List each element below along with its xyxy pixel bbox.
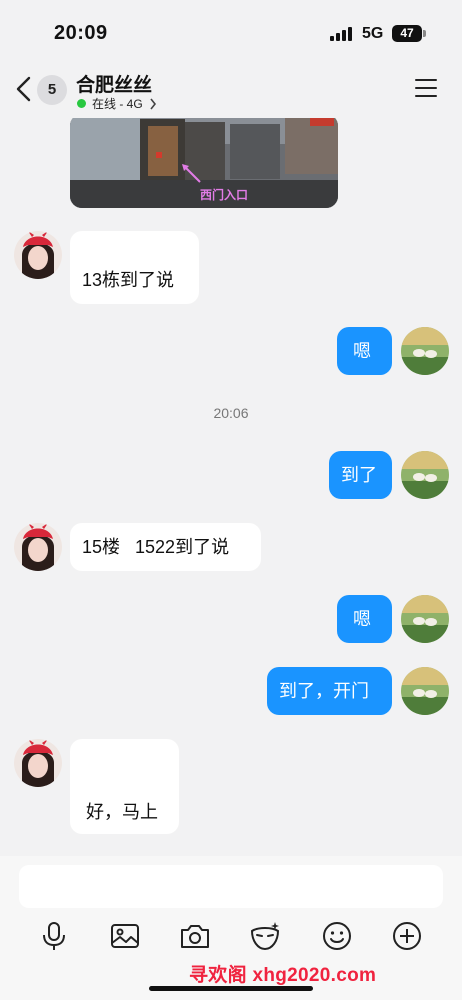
- emoji-icon[interactable]: [320, 919, 354, 953]
- my-avatar[interactable]: [401, 327, 449, 375]
- camera-icon[interactable]: [178, 919, 212, 953]
- status-bar: 20:09 5G 47: [0, 0, 462, 62]
- microphone-icon[interactable]: [37, 919, 71, 953]
- online-dot-icon: [77, 99, 86, 108]
- message-bubble-outgoing[interactable]: 嗯: [337, 327, 392, 375]
- contact-avatar[interactable]: [14, 231, 62, 279]
- contact-name[interactable]: 合肥丝丝: [76, 70, 152, 97]
- presence-text: 在线 - 4G: [92, 97, 143, 111]
- my-avatar[interactable]: [401, 667, 449, 715]
- my-avatar[interactable]: [401, 595, 449, 643]
- status-time: 20:09: [54, 22, 108, 44]
- my-avatar[interactable]: [401, 451, 449, 499]
- watermark: 寻欢阁 xhg2020.com: [189, 965, 377, 986]
- message-bubble-incoming[interactable]: 15楼 1522到了说: [70, 523, 261, 571]
- plus-icon[interactable]: [390, 919, 424, 953]
- message-input[interactable]: [19, 865, 443, 908]
- mask-icon[interactable]: [248, 919, 282, 953]
- contact-avatar[interactable]: [14, 523, 62, 571]
- contact-avatar[interactable]: [14, 739, 62, 787]
- battery-tip: [423, 30, 426, 37]
- chat-header: 5 合肥丝丝 在线 - 4G: [0, 62, 462, 118]
- network-type: 5G: [362, 25, 384, 42]
- photo-caption: 西门入口: [200, 188, 249, 202]
- signal-icon: [330, 27, 354, 41]
- chat-area[interactable]: 西门入口 13栋到了说 嗯 20:06 到了 15楼 1522到了说 嗯 到了，…: [0, 118, 462, 856]
- unread-count-badge[interactable]: 5: [37, 75, 67, 105]
- presence-status[interactable]: 在线 - 4G: [77, 95, 157, 112]
- chevron-right-icon: [150, 98, 156, 109]
- image-icon[interactable]: [108, 919, 142, 953]
- message-bubble-incoming[interactable]: 13栋到了说: [70, 231, 199, 304]
- back-icon[interactable]: [14, 76, 36, 102]
- message-bubble-incoming[interactable]: 好，马上: [70, 739, 179, 834]
- home-indicator: [149, 986, 313, 991]
- menu-icon[interactable]: [415, 79, 437, 97]
- message-bubble-outgoing[interactable]: 到了，开门: [267, 667, 392, 715]
- photo-message[interactable]: 西门入口: [70, 118, 338, 208]
- message-bubble-outgoing[interactable]: 到了: [329, 451, 392, 499]
- message-bubble-outgoing[interactable]: 嗯: [337, 595, 392, 643]
- message-timestamp: 20:06: [213, 405, 249, 421]
- battery-icon: 47: [392, 25, 422, 42]
